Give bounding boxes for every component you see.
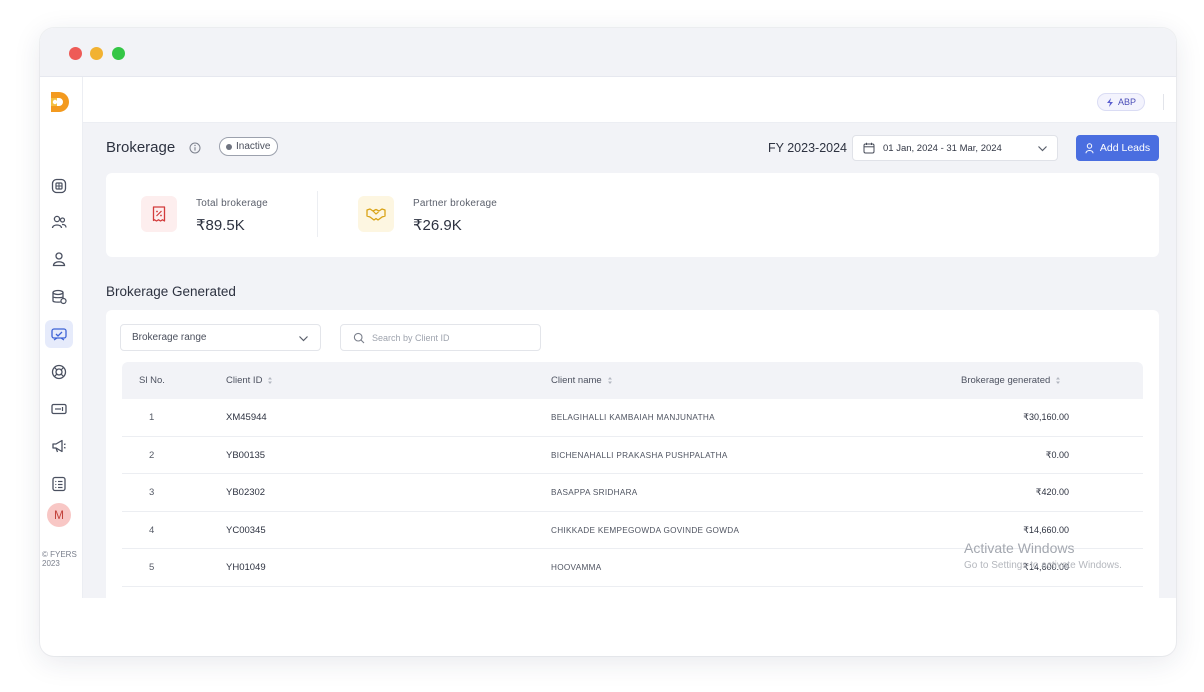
cell-brokerage: ₹14,660.00	[1023, 524, 1069, 535]
status-label: Inactive	[236, 141, 271, 152]
cell-brokerage: ₹420.00	[1035, 487, 1069, 497]
activate-windows-watermark: Activate Windows Go to Settings to activ…	[964, 540, 1122, 571]
table-row[interactable]: 3 YB02302 BASAPPA SRIDHARA ₹420.00	[122, 474, 1143, 512]
column-header-client-id[interactable]: Client ID	[226, 375, 273, 386]
stats-divider	[317, 191, 318, 237]
total-brokerage-value: ₹89.5K	[196, 217, 245, 234]
sidebar-item-dashboard[interactable]	[45, 172, 73, 200]
cell-brokerage: ₹30,160.00	[1023, 412, 1069, 422]
cell-client-name: BELAGIHALLI KAMBAIAH MANJUNATHA	[551, 413, 715, 422]
users-icon	[51, 215, 67, 229]
watermark-line-2: Go to Settings to activate Windows.	[964, 560, 1122, 571]
report-icon	[52, 476, 66, 492]
cell-sl-no: 3	[149, 487, 155, 498]
brokerage-table-card: Brokerage range Sl No. Client ID Client …	[106, 310, 1159, 640]
user-icon	[52, 252, 66, 267]
title-bar	[40, 28, 1176, 77]
cell-client-id: YB02302	[226, 487, 266, 498]
client-search-box[interactable]	[340, 324, 541, 351]
close-window-button[interactable]	[69, 47, 82, 60]
database-icon	[52, 289, 67, 305]
sidebar-item-support[interactable]	[45, 358, 73, 386]
brokerage-range-value: Brokerage range	[132, 332, 207, 343]
column-header-sl-no: Sl No.	[139, 375, 165, 386]
date-range-value: 01 Jan, 2024 - 31 Mar, 2024	[883, 142, 1002, 154]
total-brokerage-icon-tile	[141, 196, 177, 232]
sort-icon	[607, 377, 612, 384]
table-row[interactable]: 1 XM45944 BELAGIHALLI KAMBAIAH MANJUNATH…	[122, 399, 1143, 437]
cell-sl-no: 4	[149, 524, 155, 536]
chevron-down-icon	[1038, 146, 1047, 152]
top-bar: ABP	[83, 77, 1176, 123]
partner-brokerage-icon-tile	[358, 196, 394, 232]
cell-client-name: BICHENAHALLI PRAKASHA PUSHPALATHA	[551, 450, 728, 460]
column-header-client-name[interactable]: Client name	[551, 375, 613, 386]
date-range-picker[interactable]: 01 Jan, 2024 - 31 Mar, 2024	[852, 135, 1058, 161]
maximize-window-button[interactable]	[112, 47, 125, 60]
fyers-logo-icon[interactable]	[46, 89, 72, 115]
page-title: Brokerage	[106, 139, 176, 156]
sidebar-item-profile[interactable]	[45, 245, 73, 273]
user-add-icon	[1085, 142, 1094, 153]
sidebar-item-announcements[interactable]	[45, 432, 73, 460]
ticket-icon	[51, 403, 67, 415]
brokerage-range-select[interactable]: Brokerage range	[120, 324, 321, 351]
column-header-brokerage-generated[interactable]: Brokerage generated	[961, 375, 1061, 386]
copyright-text: © FYERS 2023	[42, 550, 77, 568]
megaphone-icon	[52, 439, 66, 453]
abp-chip[interactable]: ABP	[1097, 93, 1145, 111]
receipt-percent-icon	[152, 206, 166, 222]
partner-brokerage-label: Partner brokerage	[413, 198, 498, 209]
partner-brokerage-value: ₹26.9K	[413, 217, 462, 234]
search-icon	[353, 332, 365, 343]
cell-client-id: YB00135	[226, 449, 266, 461]
sidebar-item-brokerage[interactable]	[45, 320, 73, 348]
minimize-window-button[interactable]	[90, 47, 103, 60]
total-brokerage-label: Total brokerage	[196, 198, 268, 209]
lightning-icon	[1106, 97, 1113, 107]
watermark-line-1: Activate Windows	[964, 540, 1075, 556]
abp-chip-label: ABP	[1117, 97, 1136, 107]
status-dot	[226, 143, 232, 150]
add-leads-button[interactable]: Add Leads	[1076, 135, 1159, 161]
topbar-divider	[1163, 94, 1164, 110]
sidebar-item-tickets[interactable]	[45, 395, 73, 423]
sort-icon	[268, 377, 273, 384]
stats-card: Total brokerage ₹89.5K Partner brokerage…	[106, 173, 1159, 257]
avatar[interactable]: M	[47, 503, 71, 527]
cell-client-name: BASAPPA SRIDHARA	[551, 488, 638, 497]
brokerage-icon	[51, 328, 67, 341]
calendar-icon	[863, 142, 875, 154]
fy-label: FY 2023-2024	[768, 141, 847, 155]
cell-client-id: XM45944	[226, 412, 267, 423]
info-icon[interactable]	[189, 142, 201, 154]
add-leads-label: Add Leads	[1099, 142, 1151, 154]
cell-brokerage: ₹0.00	[1045, 449, 1069, 460]
cell-sl-no: 1	[149, 412, 155, 423]
avatar-initial: M	[54, 508, 64, 522]
cell-client-name: CHIKKADE KEMPEGOWDA GOVINDE GOWDA	[551, 525, 740, 535]
dashboard-icon	[51, 178, 67, 194]
sidebar: M © FYERS 2023	[40, 77, 83, 598]
cell-client-name: HOOVAMMA	[551, 563, 602, 572]
handshake-icon	[366, 208, 386, 221]
table-header: Sl No. Client ID Client name Brokerage g…	[122, 362, 1143, 399]
table-row[interactable]: 2 YB00135 BICHENAHALLI PRAKASHA PUSHPALA…	[122, 437, 1143, 474]
sort-icon	[1056, 377, 1061, 384]
cell-client-id: YH01049	[226, 562, 266, 573]
sidebar-item-users[interactable]	[45, 208, 73, 236]
section-title: Brokerage Generated	[106, 284, 236, 299]
support-icon	[51, 364, 67, 380]
status-badge: Inactive	[219, 137, 279, 156]
cell-client-id: YC00345	[226, 524, 266, 536]
sidebar-item-reports[interactable]	[45, 470, 73, 498]
cell-sl-no: 2	[149, 449, 155, 461]
client-search-input[interactable]	[372, 332, 532, 343]
chevron-down-icon	[299, 336, 308, 342]
cell-sl-no: 5	[149, 562, 155, 573]
main-content: Brokerage Inactive FY 2023-2024 01 Jan, …	[83, 123, 1176, 640]
sidebar-item-database[interactable]	[45, 283, 73, 311]
